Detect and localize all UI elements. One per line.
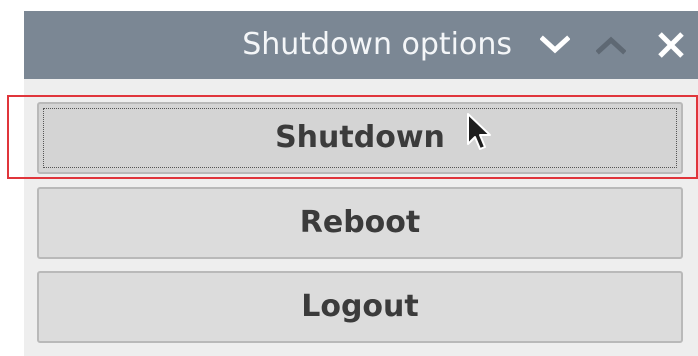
- title-bar[interactable]: Shutdown options: [24, 11, 698, 79]
- shutdown-options-window: Shutdown options Shutdown Reboot Logout: [24, 11, 698, 356]
- logout-button-label: Logout: [301, 289, 419, 324]
- close-icon: [658, 32, 684, 58]
- shutdown-button[interactable]: Shutdown: [37, 102, 683, 174]
- chevron-down-icon: [540, 35, 570, 54]
- logout-button[interactable]: Logout: [37, 271, 683, 343]
- chevron-up-icon: [596, 36, 626, 55]
- window-title: Shutdown options: [242, 27, 512, 62]
- reboot-button-label: Reboot: [299, 205, 421, 240]
- shutdown-button-label: Shutdown: [275, 120, 445, 155]
- minimize-button[interactable]: [532, 11, 578, 79]
- maximize-button[interactable]: [588, 11, 634, 79]
- close-button[interactable]: [648, 11, 694, 79]
- reboot-button[interactable]: Reboot: [37, 187, 683, 259]
